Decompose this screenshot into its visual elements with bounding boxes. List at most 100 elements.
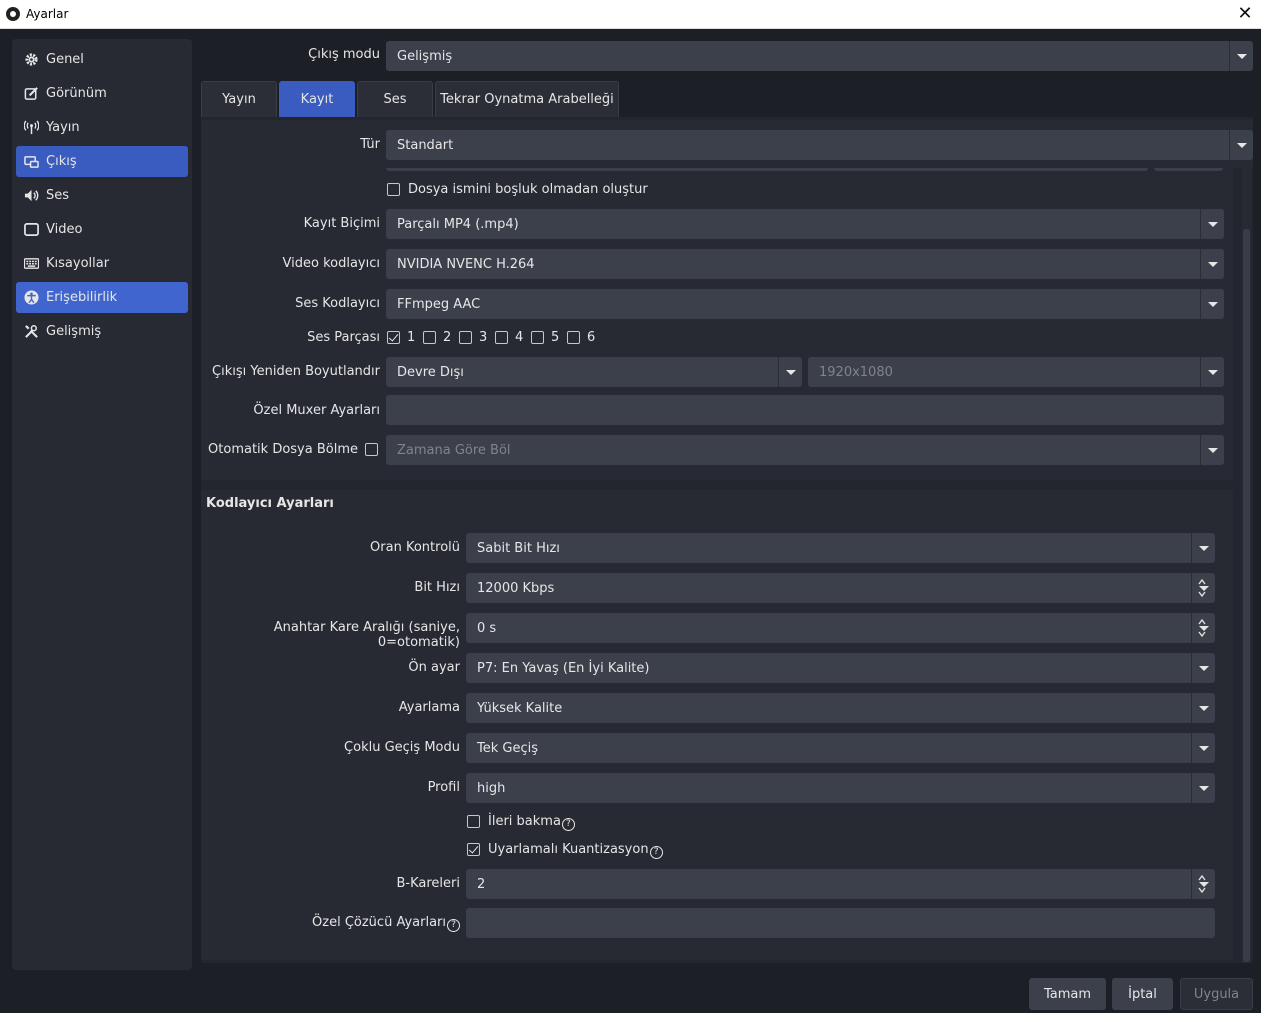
apply-button[interactable]: Uygula xyxy=(1180,978,1253,1010)
video-encoder-select[interactable]: NVIDIA NVENC H.264 xyxy=(386,249,1224,279)
type-value: Standart xyxy=(397,137,454,153)
audio-track-3-checkbox[interactable] xyxy=(459,331,472,344)
chevron-down-icon xyxy=(1200,249,1224,279)
tab-stream[interactable]: Yayın xyxy=(201,81,277,117)
bframes-spinbox[interactable]: 2 xyxy=(466,869,1215,899)
monitor-icon xyxy=(24,223,39,236)
rate-control-select[interactable]: Sabit Bit Hızı xyxy=(466,533,1215,563)
multipass-select[interactable]: Tek Geçiş xyxy=(466,733,1215,763)
sidebar-item-output[interactable]: Çıkış xyxy=(16,146,188,177)
clipped-field-top xyxy=(386,168,1148,171)
sidebar-item-label: Yayın xyxy=(46,120,80,135)
chevron-down-icon[interactable] xyxy=(1198,886,1206,894)
auto-split-checkbox[interactable] xyxy=(365,443,378,456)
chevron-down-icon xyxy=(1200,435,1224,465)
chevron-down-icon xyxy=(1191,773,1215,803)
custom-decoder-text: Özel Çözücü Ayarları xyxy=(312,915,446,930)
sidebar-item-label: Genel xyxy=(46,52,84,67)
sidebar-item-hotkeys[interactable]: Kısayollar xyxy=(16,248,188,279)
audio-track-6-checkbox[interactable] xyxy=(567,331,580,344)
sidebar: Genel Görünüm Yayın Çıkış Ses Video Kısa… xyxy=(12,39,192,970)
sidebar-item-video[interactable]: Video xyxy=(16,214,188,245)
video-encoder-label: Video kodlayıcı xyxy=(282,256,380,271)
sidebar-item-general[interactable]: Genel xyxy=(16,44,188,75)
chevron-up-icon[interactable] xyxy=(1198,874,1206,882)
tab-label: Kayıt xyxy=(300,92,334,107)
auto-split-label: Otomatik Dosya Bölme xyxy=(208,442,358,457)
tuning-value: Yüksek Kalite xyxy=(477,700,563,716)
spinbox-arrows[interactable] xyxy=(1191,613,1215,643)
tab-replay-buffer[interactable]: Tekrar Oynatma Arabelleği xyxy=(435,81,619,117)
sidebar-item-appearance[interactable]: Görünüm xyxy=(16,78,188,109)
sidebar-item-accessibility[interactable]: Erişebilirlik xyxy=(16,282,188,313)
ok-button[interactable]: Tamam xyxy=(1029,978,1106,1010)
bitrate-spinbox[interactable]: 12000 Kbps xyxy=(466,573,1215,603)
sidebar-item-audio[interactable]: Ses xyxy=(16,180,188,211)
bitrate-label: Bit Hızı xyxy=(414,580,460,595)
sidebar-item-label: Gelişmiş xyxy=(46,324,102,339)
resolution-select[interactable]: 1920x1080 xyxy=(808,357,1224,387)
no-space-filename-checkbox[interactable] xyxy=(387,183,400,196)
bframes-label: B-Kareleri xyxy=(396,876,461,891)
tab-label: Ses xyxy=(383,92,407,107)
chevron-down-icon xyxy=(1191,693,1215,723)
audio-track-5-label: 5 xyxy=(551,330,560,345)
auto-split-value: Zamana Göre Böl xyxy=(397,442,511,458)
lookahead-checkbox[interactable] xyxy=(467,815,480,828)
chevron-down-icon[interactable] xyxy=(1198,590,1206,598)
profile-select[interactable]: high xyxy=(466,773,1215,803)
gear-icon xyxy=(25,53,38,66)
multipass-label: Çoklu Geçiş Modu xyxy=(344,740,460,755)
spinbox-arrows[interactable] xyxy=(1191,869,1215,899)
resolution-value: 1920x1080 xyxy=(819,364,893,380)
rescale-select[interactable]: Devre Dışı xyxy=(386,357,802,387)
video-encoder-value: NVIDIA NVENC H.264 xyxy=(397,256,535,272)
audio-track-2-checkbox[interactable] xyxy=(423,331,436,344)
preset-select[interactable]: P7: En Yavaş (En İyi Kalite) xyxy=(466,653,1215,683)
help-icon[interactable]: ? xyxy=(649,846,663,859)
clipped-button-top xyxy=(1154,168,1223,171)
keyframe-label: Anahtar Kare Aralığı (saniye, 0=otomatik… xyxy=(273,620,460,650)
chevron-up-icon[interactable] xyxy=(1198,578,1206,586)
output-mode-value: Gelişmiş xyxy=(397,48,453,64)
no-space-filename-label: Dosya ismini boşluk olmadan oluştur xyxy=(408,182,648,197)
lookahead-label: İleri bakma? xyxy=(488,814,575,831)
rescale-value: Devre Dışı xyxy=(397,364,464,380)
audio-track-3-label: 3 xyxy=(479,330,488,345)
output-mode-select[interactable]: Gelişmiş xyxy=(386,41,1253,71)
audio-encoder-select[interactable]: FFmpeg AAC xyxy=(386,289,1224,319)
scrollbar-thumb[interactable] xyxy=(1243,229,1250,962)
tools-icon xyxy=(25,325,38,338)
chevron-up-icon[interactable] xyxy=(1198,618,1206,626)
chevron-down-icon xyxy=(1200,357,1224,387)
sidebar-item-stream[interactable]: Yayın xyxy=(16,112,188,143)
antenna-icon xyxy=(24,120,39,135)
chevron-down-icon[interactable] xyxy=(1198,630,1206,638)
audio-track-1-checkbox[interactable] xyxy=(387,331,400,344)
help-icon[interactable]: ? xyxy=(561,818,575,831)
tuning-select[interactable]: Yüksek Kalite xyxy=(466,693,1215,723)
close-icon[interactable]: ✕ xyxy=(1235,4,1255,24)
format-select[interactable]: Parçalı MP4 (.mp4) xyxy=(386,209,1224,239)
audio-track-4-checkbox[interactable] xyxy=(495,331,508,344)
adaptive-quant-checkbox[interactable] xyxy=(467,843,480,856)
cancel-button[interactable]: İptal xyxy=(1112,978,1173,1010)
keyframe-value: 0 s xyxy=(477,620,497,636)
chevron-down-icon xyxy=(1191,533,1215,563)
chevron-down-icon xyxy=(1200,209,1224,239)
profile-label: Profil xyxy=(427,780,460,795)
audio-track-2-label: 2 xyxy=(443,330,452,345)
sidebar-item-advanced[interactable]: Gelişmiş xyxy=(16,316,188,347)
spinbox-arrows[interactable] xyxy=(1191,573,1215,603)
type-select[interactable]: Standart xyxy=(386,130,1253,160)
tab-audio[interactable]: Ses xyxy=(357,81,433,117)
rescale-label: Çıkışı Yeniden Boyutlandır xyxy=(212,364,380,379)
custom-decoder-input[interactable] xyxy=(466,908,1215,938)
audio-track-5-checkbox[interactable] xyxy=(531,331,544,344)
keyframe-spinbox[interactable]: 0 s xyxy=(466,613,1215,643)
chevron-down-icon xyxy=(778,357,802,387)
help-icon[interactable]: ? xyxy=(447,919,460,932)
muxer-input[interactable] xyxy=(386,395,1224,425)
auto-split-select[interactable]: Zamana Göre Böl xyxy=(386,435,1224,465)
tab-recording[interactable]: Kayıt xyxy=(279,81,355,117)
